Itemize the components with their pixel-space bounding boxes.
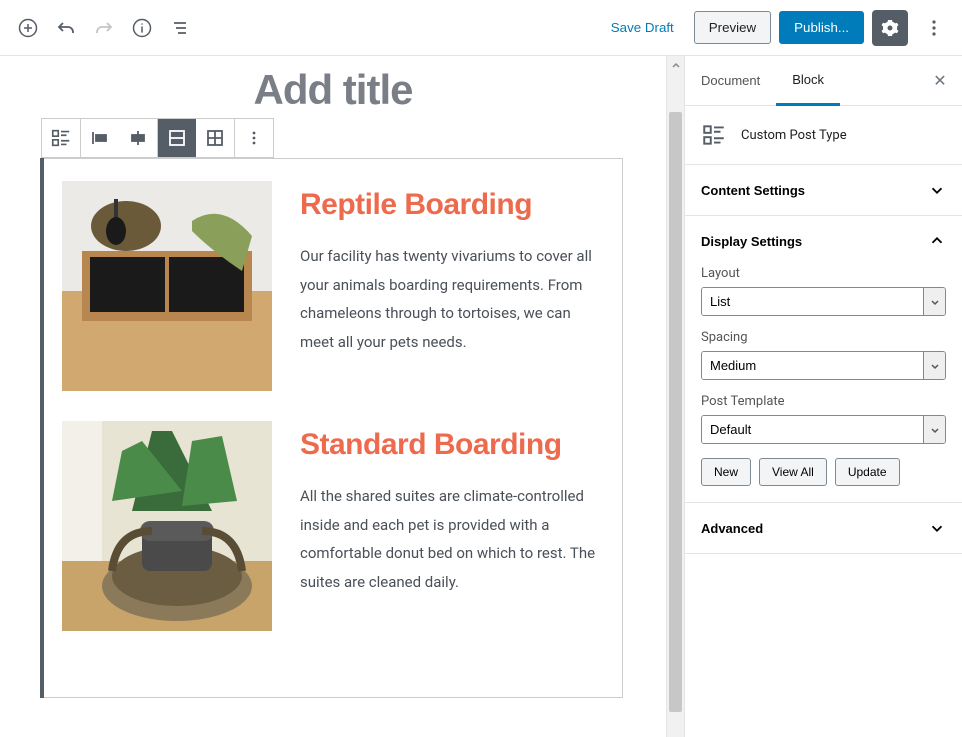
block-more-button[interactable]: [235, 119, 273, 157]
info-button[interactable]: [124, 10, 160, 46]
scrollbar-thumb[interactable]: [669, 112, 682, 712]
reptile-boarding-image: [62, 181, 272, 391]
post-thumbnail: [62, 421, 272, 631]
list-layout-icon: [167, 128, 187, 148]
chevron-up-icon: [928, 232, 946, 250]
kebab-icon: [924, 18, 944, 38]
display-settings-panel: Display Settings Layout List: [685, 216, 962, 503]
layout-list-button[interactable]: [158, 119, 196, 157]
list-item: Standard Boarding All the shared suites …: [62, 421, 604, 631]
scroll-up-arrow[interactable]: [667, 56, 684, 74]
chevron-down-icon: [923, 416, 945, 443]
advanced-toggle[interactable]: Advanced: [685, 503, 962, 553]
post-title-input[interactable]: Add title: [43, 66, 623, 114]
main-layout: Add title: [0, 56, 962, 737]
tab-document[interactable]: Document: [685, 57, 776, 104]
align-left-icon: [90, 128, 110, 148]
post-item-body: All the shared suites are climate-contro…: [300, 482, 604, 596]
close-icon: ✕: [933, 73, 946, 90]
layout-field: Layout List: [701, 266, 946, 316]
toolbar-right: Save Draft Preview Publish...: [599, 10, 952, 46]
editor-area: Add title: [0, 56, 666, 737]
list-icon: [170, 18, 190, 38]
content-settings-toggle[interactable]: Content Settings: [685, 165, 962, 215]
settings-button[interactable]: [872, 10, 908, 46]
sidebar: Document Block ✕ Custom Post Type Conten…: [684, 56, 962, 737]
post-text: Standard Boarding All the shared suites …: [300, 421, 604, 631]
block-type-row: Custom Post Type: [685, 106, 962, 165]
layout-select-input[interactable]: List: [702, 288, 923, 315]
spacing-field: Spacing Medium: [701, 330, 946, 380]
preview-button[interactable]: Preview: [694, 11, 771, 44]
post-thumbnail: [62, 181, 272, 391]
layout-select[interactable]: List: [701, 287, 946, 316]
publish-button[interactable]: Publish...: [779, 11, 864, 44]
outline-button[interactable]: [162, 10, 198, 46]
chevron-down-icon: [928, 519, 946, 537]
layout-list-icon: [50, 127, 72, 149]
display-settings-body: Layout List Spacing Medium: [685, 266, 962, 502]
post-item-title: Reptile Boarding: [300, 185, 604, 224]
selected-block: Reptile Boarding Our facility has twenty…: [43, 118, 623, 698]
layout-list-icon: [701, 122, 727, 148]
align-center-icon: [128, 128, 148, 148]
block-toolbar: [41, 118, 274, 158]
post-template-label: Post Template: [701, 394, 946, 409]
kebab-icon: [244, 128, 264, 148]
standard-boarding-image: [62, 421, 272, 631]
layout-label: Layout: [701, 266, 946, 281]
advanced-panel: Advanced: [685, 503, 962, 554]
panel-title: Content Settings: [701, 183, 805, 198]
add-block-button[interactable]: [10, 10, 46, 46]
panel-title: Display Settings: [701, 234, 802, 249]
post-list-block[interactable]: Reptile Boarding Our facility has twenty…: [43, 158, 623, 698]
post-item-title: Standard Boarding: [300, 425, 604, 464]
top-toolbar: Save Draft Preview Publish...: [0, 0, 962, 56]
tab-block[interactable]: Block: [776, 56, 840, 106]
panel-title: Advanced: [701, 521, 763, 536]
info-icon: [132, 18, 152, 38]
spacing-select[interactable]: Medium: [701, 351, 946, 380]
display-settings-toggle[interactable]: Display Settings: [685, 216, 962, 266]
undo-button[interactable]: [48, 10, 84, 46]
save-draft-button[interactable]: Save Draft: [599, 12, 686, 43]
align-center-button[interactable]: [119, 119, 157, 157]
post-item-body: Our facility has twenty vivariums to cov…: [300, 242, 604, 356]
chevron-up-icon: [671, 60, 681, 70]
plus-circle-icon: [18, 18, 38, 38]
post-template-select-input[interactable]: Default: [702, 416, 923, 443]
redo-icon: [94, 18, 114, 38]
update-button[interactable]: Update: [835, 458, 900, 486]
more-options-button[interactable]: [916, 10, 952, 46]
post-template-field: Post Template Default: [701, 394, 946, 444]
spacing-label: Spacing: [701, 330, 946, 345]
undo-icon: [56, 18, 76, 38]
toolbar-left: [10, 10, 198, 46]
editor-scroll[interactable]: Add title: [0, 56, 666, 737]
post-text: Reptile Boarding Our facility has twenty…: [300, 181, 604, 391]
gear-icon: [880, 18, 900, 38]
content-settings-panel: Content Settings: [685, 165, 962, 216]
view-all-button[interactable]: View All: [759, 458, 827, 486]
vertical-scrollbar[interactable]: [666, 56, 684, 737]
chevron-down-icon: [928, 181, 946, 199]
align-left-button[interactable]: [81, 119, 119, 157]
new-button[interactable]: New: [701, 458, 751, 486]
sidebar-tabs: Document Block ✕: [685, 56, 962, 106]
grid-layout-icon: [205, 128, 225, 148]
block-type-label: Custom Post Type: [741, 128, 847, 143]
chevron-down-icon: [923, 288, 945, 315]
spacing-select-input[interactable]: Medium: [702, 352, 923, 379]
sidebar-close-button[interactable]: ✕: [924, 65, 956, 97]
chevron-down-icon: [923, 352, 945, 379]
post-template-select[interactable]: Default: [701, 415, 946, 444]
block-type-button[interactable]: [42, 119, 80, 157]
layout-grid-button[interactable]: [196, 119, 234, 157]
template-actions: New View All Update: [701, 458, 946, 486]
redo-button[interactable]: [86, 10, 122, 46]
list-item: Reptile Boarding Our facility has twenty…: [62, 181, 604, 391]
